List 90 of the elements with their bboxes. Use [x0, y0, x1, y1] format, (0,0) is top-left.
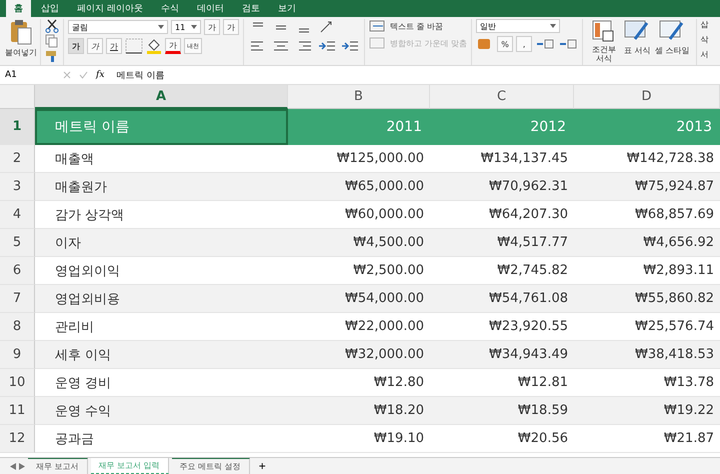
- table-cell: ₩4,517.77: [430, 229, 574, 257]
- table-cell: ₩34,943.49: [430, 341, 574, 369]
- bold-button[interactable]: 가: [68, 38, 84, 54]
- table-cell: ₩38,418.53: [574, 341, 720, 369]
- cell-style-label[interactable]: 셀 스타일: [655, 45, 690, 56]
- column-header[interactable]: A: [35, 85, 288, 109]
- caret-icon[interactable]: [550, 24, 556, 28]
- row-header[interactable]: 7: [0, 285, 35, 313]
- table-cell: ₩70,962.31: [430, 173, 574, 201]
- wrap-text-icon[interactable]: [369, 19, 387, 33]
- percent-button[interactable]: %: [497, 36, 514, 52]
- table-cell: ₩18.59: [430, 397, 574, 425]
- italic-button[interactable]: 가: [87, 38, 103, 54]
- table-cell: 매출원가: [35, 173, 288, 201]
- comma-button[interactable]: ,: [516, 36, 532, 52]
- table-cell: ₩19.10: [288, 425, 430, 453]
- check-icon: [79, 71, 88, 79]
- row-header[interactable]: 8: [0, 313, 35, 341]
- header-cell: 2012: [430, 109, 574, 145]
- number-format-field[interactable]: 일반: [476, 19, 560, 33]
- underline-button[interactable]: 가: [106, 38, 122, 54]
- table-cell: ₩18.20: [288, 397, 430, 425]
- row-header[interactable]: 5: [0, 229, 35, 257]
- table-cell: ₩19.22: [574, 397, 720, 425]
- table-cell: ₩4,656.92: [574, 229, 720, 257]
- clipboard-icon[interactable]: [10, 19, 32, 45]
- ribbon-tab[interactable]: 수식: [152, 0, 187, 17]
- ribbon-tab[interactable]: 데이터: [188, 0, 232, 17]
- conditional-format-label[interactable]: 조건부 서식: [589, 45, 620, 63]
- header-cell: 2011: [288, 109, 430, 145]
- cancel-icon: [63, 71, 71, 79]
- row-header[interactable]: 2: [0, 145, 35, 173]
- table-format-label[interactable]: 표 서식: [624, 45, 650, 56]
- ribbon-tab[interactable]: 보기: [270, 0, 304, 17]
- ribbon-tab[interactable]: 페이지 레이아웃: [69, 0, 151, 17]
- format-label[interactable]: 서: [700, 49, 709, 60]
- caret-icon[interactable]: [158, 25, 164, 29]
- ribbon-tab[interactable]: 검토: [234, 0, 268, 17]
- shrink-font-button[interactable]: 가: [223, 19, 239, 35]
- row-header[interactable]: 4: [0, 201, 35, 229]
- previous-sheet-icon[interactable]: [10, 462, 16, 470]
- row-header[interactable]: 3: [0, 173, 35, 201]
- column-header[interactable]: D: [574, 85, 720, 109]
- font-field[interactable]: 굴림: [68, 20, 168, 34]
- function-label[interactable]: fx: [96, 70, 104, 80]
- table-cell: ₩65,000.00: [288, 173, 430, 201]
- table-cell: ₩32,000.00: [288, 341, 430, 369]
- wrap-text-label[interactable]: 텍스트 줄 바꿈: [390, 20, 444, 32]
- name-box[interactable]: A1: [0, 70, 55, 80]
- fill-bucket-icon[interactable]: [146, 38, 162, 54]
- formula-field[interactable]: 메트릭 이름: [116, 68, 164, 82]
- ribbon-tab[interactable]: 삽입: [33, 0, 67, 17]
- table-cell: ₩20.56: [430, 425, 574, 453]
- table-cell: ₩55,860.82: [574, 285, 720, 313]
- table-cell: 세후 이익: [35, 341, 288, 369]
- row-header[interactable]: 11: [0, 397, 35, 425]
- brush-icon[interactable]: [45, 49, 59, 63]
- table-cell: 영업외비용: [35, 285, 288, 313]
- table-cell: ₩54,761.08: [430, 285, 574, 313]
- sheet-tab[interactable]: 재무 보고서: [28, 458, 88, 474]
- paste-label[interactable]: 붙여넣기: [5, 47, 37, 58]
- ribbon-tab[interactable]: 홈: [6, 0, 31, 17]
- font-color-button[interactable]: 가: [165, 38, 181, 54]
- row-header[interactable]: 9: [0, 341, 35, 369]
- table-cell: ₩21.87: [574, 425, 720, 453]
- scissors-icon[interactable]: [45, 19, 59, 33]
- column-header[interactable]: C: [430, 85, 574, 109]
- row-header[interactable]: 12: [0, 425, 35, 453]
- table-cell: 이자: [35, 229, 288, 257]
- table-cell: ₩54,000.00: [288, 285, 430, 313]
- sheet-tab[interactable]: 주요 메트릭 설정: [172, 458, 250, 474]
- caret-icon[interactable]: [191, 25, 197, 29]
- border-icon[interactable]: [125, 38, 143, 54]
- add-sheet-button[interactable]: +: [258, 459, 266, 473]
- size-field[interactable]: 11: [171, 20, 201, 34]
- table-cell: 운영 수익: [35, 397, 288, 425]
- column-header[interactable]: B: [288, 85, 430, 109]
- next-sheet-icon[interactable]: [19, 462, 25, 470]
- row-header[interactable]: 6: [0, 257, 35, 285]
- table-cell: ₩75,924.87: [574, 173, 720, 201]
- table-cell: 공과금: [35, 425, 288, 453]
- table-cell: ₩4,500.00: [288, 229, 430, 257]
- header-cell: 메트릭 이름: [35, 109, 288, 145]
- grow-font-button[interactable]: 가: [204, 19, 220, 35]
- merge-icon: [369, 36, 387, 50]
- delete-label[interactable]: 삭: [700, 34, 709, 45]
- row-header[interactable]: 1: [0, 109, 35, 145]
- header-cell: 2013: [574, 109, 720, 145]
- insert-label[interactable]: 삽: [700, 19, 709, 30]
- row-header[interactable]: 10: [0, 369, 35, 397]
